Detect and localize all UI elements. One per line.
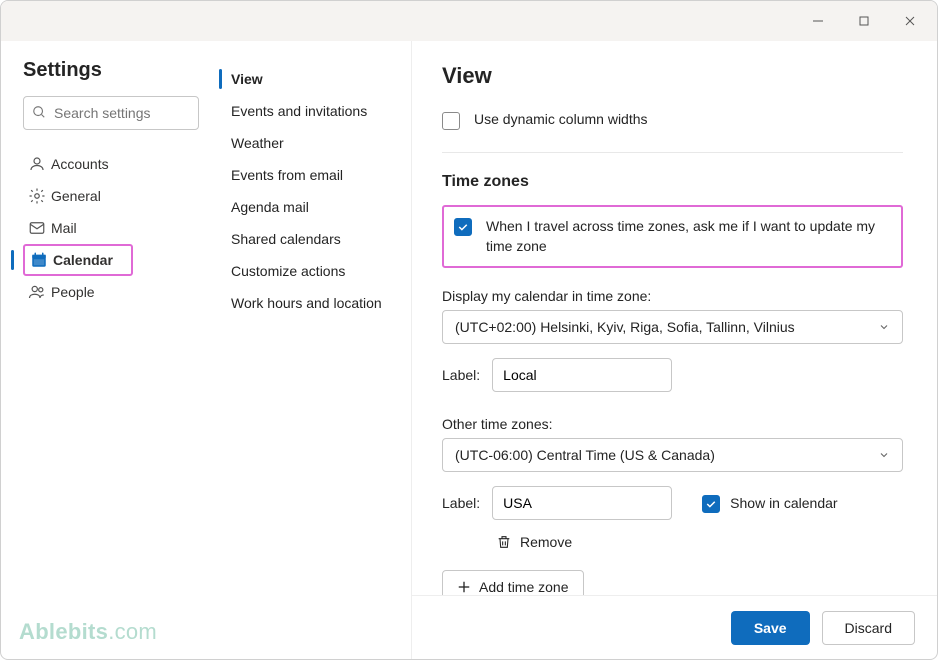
maximize-button[interactable] <box>841 5 887 37</box>
show-in-calendar-label: Show in calendar <box>730 495 837 511</box>
search-icon <box>32 105 46 119</box>
other-label-text: Label: <box>442 495 480 511</box>
search-input[interactable] <box>23 96 199 130</box>
other-label-input[interactable] <box>492 486 672 520</box>
travel-timezone-checkbox[interactable] <box>454 218 472 236</box>
plus-icon <box>457 580 471 594</box>
other-timezones-heading: Other time zones: <box>442 416 903 432</box>
other-timezone-value: (UTC-06:00) Central Time (US & Canada) <box>455 447 715 463</box>
sidebar-item-general[interactable]: General <box>23 180 199 212</box>
travel-timezone-highlight: When I travel across time zones, ask me … <box>442 205 903 268</box>
add-timezone-button[interactable]: Add time zone <box>442 570 584 595</box>
remove-timezone-button[interactable]: Remove <box>496 534 903 550</box>
footer: Save Discard <box>412 595 937 659</box>
main-content: View Use dynamic column widths Time zone… <box>412 41 937 595</box>
remove-label: Remove <box>520 534 572 550</box>
title-bar <box>1 1 937 41</box>
mail-icon <box>23 219 51 237</box>
primary-timezone-value: (UTC+02:00) Helsinki, Kyiv, Riga, Sofia,… <box>455 319 795 335</box>
sidebar-item-label: Calendar <box>53 252 113 268</box>
subnav-item-weather[interactable]: Weather <box>217 127 399 159</box>
add-timezone-label: Add time zone <box>479 579 569 595</box>
subnav-item-view[interactable]: View <box>217 63 399 95</box>
subnav: View Events and invitations Weather Even… <box>211 41 411 659</box>
sidebar-item-people[interactable]: People <box>23 276 199 308</box>
sidebar-item-calendar[interactable]: Calendar <box>23 244 133 276</box>
sidebar-item-label: General <box>51 188 101 204</box>
sidebar-item-label: Accounts <box>51 156 109 172</box>
gear-icon <box>23 187 51 205</box>
dynamic-column-widths-checkbox[interactable] <box>442 112 460 130</box>
person-icon <box>23 155 51 173</box>
chevron-down-icon <box>878 321 890 333</box>
page-title: View <box>442 63 903 89</box>
display-timezone-label: Display my calendar in time zone: <box>442 288 903 304</box>
timezones-heading: Time zones <box>442 173 903 191</box>
sidebar: Settings Accounts General Mail <box>1 41 211 659</box>
subnav-item-shared-calendars[interactable]: Shared calendars <box>217 223 399 255</box>
sidebar-item-mail[interactable]: Mail <box>23 212 199 244</box>
subnav-item-agenda-mail[interactable]: Agenda mail <box>217 191 399 223</box>
save-button[interactable]: Save <box>731 611 810 645</box>
primary-label-input[interactable] <box>492 358 672 392</box>
minimize-button[interactable] <box>795 5 841 37</box>
show-in-calendar-checkbox[interactable] <box>702 495 720 513</box>
chevron-down-icon <box>878 449 890 461</box>
trash-icon <box>496 534 512 550</box>
watermark: Ablebits.com <box>19 619 157 645</box>
subnav-item-work-hours-location[interactable]: Work hours and location <box>217 287 399 319</box>
divider <box>442 152 903 153</box>
subnav-item-events-invitations[interactable]: Events and invitations <box>217 95 399 127</box>
sidebar-item-label: Mail <box>51 220 77 236</box>
subnav-item-events-from-email[interactable]: Events from email <box>217 159 399 191</box>
primary-label-text: Label: <box>442 367 480 383</box>
sidebar-item-accounts[interactable]: Accounts <box>23 148 199 180</box>
primary-timezone-select[interactable]: (UTC+02:00) Helsinki, Kyiv, Riga, Sofia,… <box>442 310 903 344</box>
settings-title: Settings <box>23 59 199 82</box>
travel-timezone-label: When I travel across time zones, ask me … <box>486 217 881 256</box>
other-timezone-select[interactable]: (UTC-06:00) Central Time (US & Canada) <box>442 438 903 472</box>
subnav-item-customize-actions[interactable]: Customize actions <box>217 255 399 287</box>
calendar-icon <box>25 251 53 269</box>
people-icon <box>23 283 51 301</box>
close-button[interactable] <box>887 5 933 37</box>
discard-button[interactable]: Discard <box>822 611 915 645</box>
dynamic-column-widths-label: Use dynamic column widths <box>474 111 648 127</box>
sidebar-item-label: People <box>51 284 95 300</box>
